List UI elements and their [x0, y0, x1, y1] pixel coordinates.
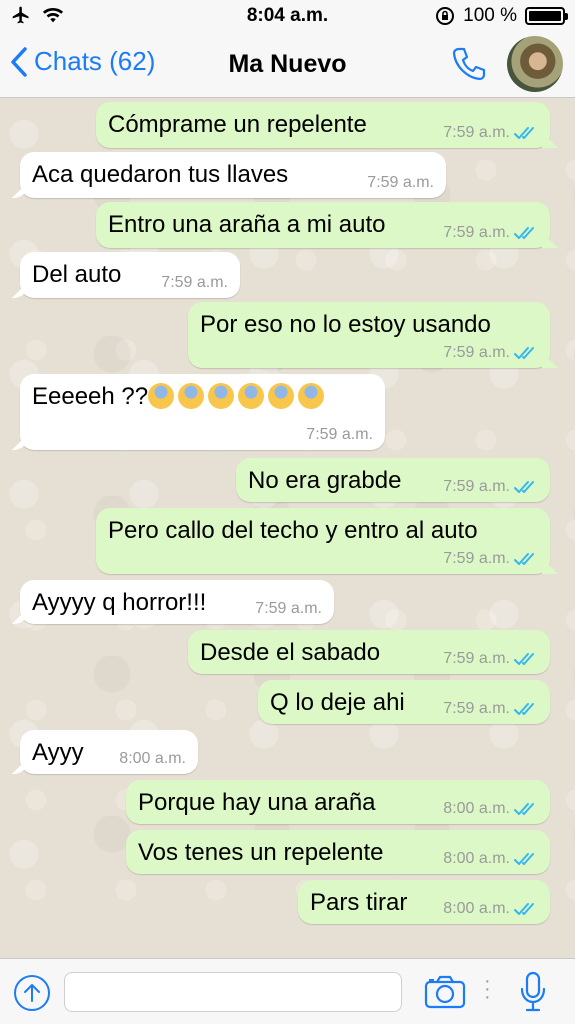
anxious-face-emoji-icon [208, 383, 235, 409]
incoming-message[interactable]: Ayyy 8:00 a.m. [20, 730, 198, 774]
message-time: 7:59 a.m. [443, 550, 510, 567]
message-text: Del auto [32, 261, 122, 288]
incoming-message[interactable]: Ayyyy q horror!!! 7:59 a.m. [20, 580, 334, 624]
message-time: 8:00 a.m. [443, 900, 510, 917]
read-ticks-icon [514, 653, 534, 665]
message-text: Pars tirar [310, 889, 408, 916]
message-meta: 7:59 a.m. [443, 124, 538, 142]
message-meta: 7:59 a.m. [443, 344, 538, 362]
message-meta: 7:59 a.m. [443, 650, 538, 668]
read-ticks-icon [514, 127, 534, 139]
message-time: 7:59 a.m. [443, 224, 510, 241]
read-ticks-icon [514, 703, 534, 715]
outgoing-message[interactable]: Pars tirar 8:00 a.m. [298, 880, 550, 924]
camera-icon [424, 975, 466, 1009]
message-text: Porque hay una araña [138, 789, 376, 816]
camera-button[interactable] [424, 975, 466, 1014]
battery-percent: 100 % [463, 5, 517, 26]
message-time: 8:00 a.m. [443, 800, 510, 817]
message-text: Aca quedaron tus llaves [32, 161, 289, 188]
message-time: 7:59 a.m. [255, 600, 322, 617]
message-time: 8:00 a.m. [119, 750, 186, 767]
anxious-face-emoji-icon [178, 383, 205, 409]
message-meta: 8:00 a.m. [443, 900, 538, 918]
message-text: Vos tenes un repelente [138, 839, 384, 866]
message-meta: 7:59 a.m. [367, 174, 434, 192]
incoming-message[interactable]: Eeeeeh ?? 7:59 a.m. [20, 374, 385, 450]
message-time: 7:59 a.m. [443, 478, 510, 495]
anxious-face-emoji-icon [148, 383, 175, 409]
message-meta: 7:59 a.m. [161, 274, 228, 292]
microphone-button[interactable] [518, 971, 548, 1018]
read-ticks-icon [514, 347, 534, 359]
message-meta: 8:00 a.m. [443, 800, 538, 818]
rotation-lock-icon [436, 7, 455, 25]
message-text: Entro una araña a mi auto [108, 211, 386, 238]
outgoing-message[interactable]: Desde el sabado 7:59 a.m. [188, 630, 550, 674]
message-meta: 8:00 a.m. [119, 750, 186, 768]
anxious-face-emoji-icon [268, 383, 295, 409]
message-time: 7:59 a.m. [443, 650, 510, 667]
attach-button[interactable] [14, 975, 50, 1011]
anxious-face-emoji-icon [298, 383, 325, 409]
anxious-face-emoji-icon [238, 383, 265, 409]
message-text: Por eso no lo estoy usando [200, 311, 491, 338]
read-ticks-icon [514, 903, 534, 915]
phone-icon [452, 47, 486, 81]
incoming-message[interactable]: Del auto 7:59 a.m. [20, 252, 240, 298]
outgoing-message[interactable]: Pero callo del techo y entro al auto 7:59… [96, 508, 550, 574]
status-bar: 8:04 a.m. 100 % [0, 0, 575, 32]
message-text: Pero callo del techo y entro al auto [108, 517, 478, 544]
status-right: 100 % [435, 5, 568, 27]
message-text: Ayyyy q horror!!! [32, 589, 207, 616]
phone-call-button[interactable] [449, 44, 489, 89]
message-time: 7:59 a.m. [443, 700, 510, 717]
message-text: Eeeeeh ?? [32, 383, 149, 410]
message-time: 8:00 a.m. [443, 850, 510, 867]
more-dots-icon: · · · [484, 970, 491, 1008]
message-time: 7:59 a.m. [306, 426, 373, 443]
outgoing-message[interactable]: Q lo deje ahi 7:59 a.m. [258, 680, 550, 724]
read-ticks-icon [514, 481, 534, 493]
message-meta: 7:59 a.m. [443, 550, 538, 568]
message-text: Cómprame un repelente [108, 111, 367, 138]
message-text: No era grabde [248, 467, 402, 494]
message-time: 7:59 a.m. [161, 274, 228, 291]
read-ticks-icon [514, 853, 534, 865]
read-ticks-icon [514, 553, 534, 565]
read-ticks-icon [514, 803, 534, 815]
message-meta: 7:59 a.m. [443, 700, 538, 718]
message-meta: 7:59 a.m. [443, 224, 538, 242]
incoming-message[interactable]: Aca quedaron tus llaves 7:59 a.m. [20, 152, 446, 198]
message-text: Desde el sabado [200, 639, 381, 666]
outgoing-message[interactable]: Entro una araña a mi auto 7:59 a.m. [96, 202, 550, 248]
outgoing-message[interactable]: Porque hay una araña 8:00 a.m. [126, 780, 550, 824]
message-meta: 7:59 a.m. [443, 478, 538, 496]
outgoing-message[interactable]: Vos tenes un repelente 8:00 a.m. [126, 830, 550, 874]
microphone-icon [520, 971, 546, 1012]
message-time: 7:59 a.m. [443, 124, 510, 141]
message-time: 7:59 a.m. [367, 174, 434, 191]
message-time: 7:59 a.m. [443, 344, 510, 361]
read-ticks-icon [514, 227, 534, 239]
outgoing-message[interactable]: Cómprame un repelente 7:59 a.m. [96, 102, 550, 148]
arrow-up-icon [24, 984, 40, 1002]
message-text: Q lo deje ahi [270, 689, 405, 716]
message-text: Ayyy [32, 739, 84, 766]
message-input[interactable] [64, 972, 402, 1012]
input-bar: · · · [0, 958, 575, 1024]
outgoing-message[interactable]: Por eso no lo estoy usando 7:59 a.m. [188, 302, 550, 368]
contact-avatar[interactable] [507, 36, 563, 92]
message-meta: 7:59 a.m. [306, 426, 373, 444]
battery-icon [525, 7, 568, 25]
message-meta: 8:00 a.m. [443, 850, 538, 868]
message-meta: 7:59 a.m. [255, 600, 322, 618]
outgoing-message[interactable]: No era grabde 7:59 a.m. [236, 458, 550, 502]
nav-bar: Chats (62) Ma Nuevo [0, 32, 575, 98]
chat-area[interactable]: Cómprame un repelente 7:59 a.m. Aca quedar… [0, 98, 575, 958]
